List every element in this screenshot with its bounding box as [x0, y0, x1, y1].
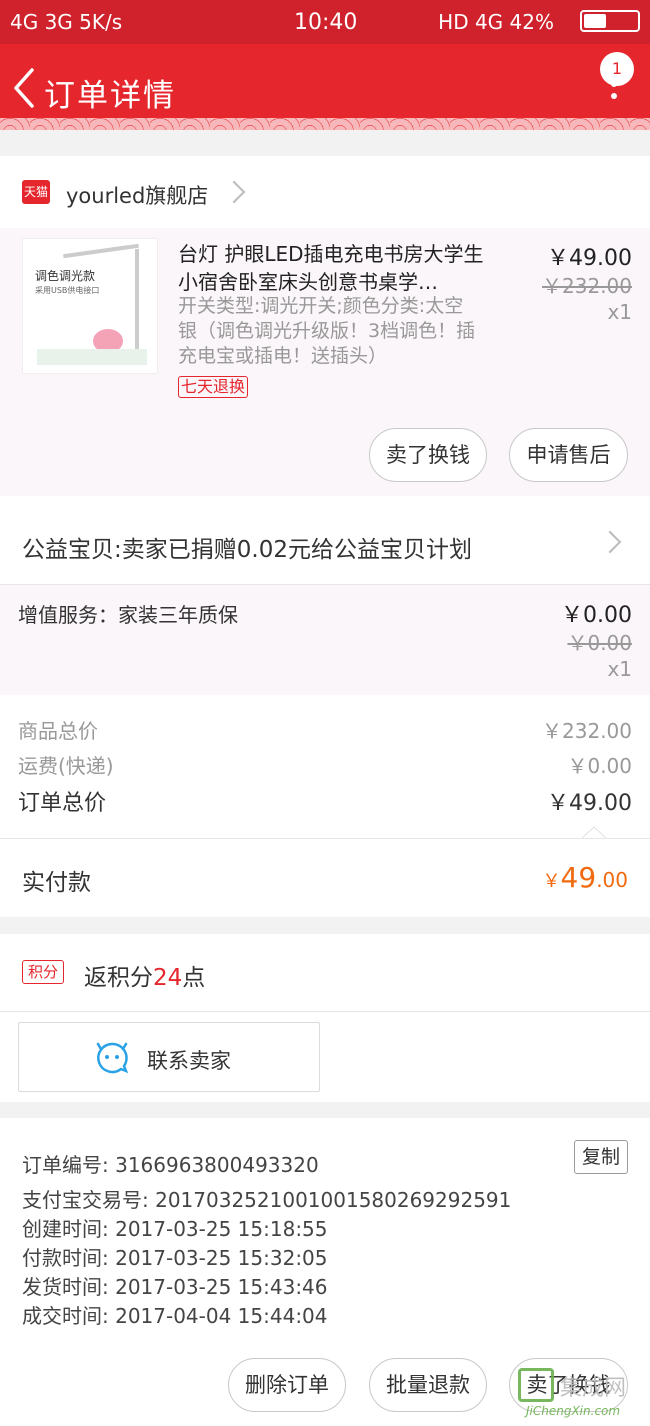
chat-bubble-icon — [96, 1042, 129, 1074]
value-added-quantity: x1 — [607, 657, 632, 681]
alipay-transaction-number: 支付宝交易号: 2017032521001001580269292591 — [22, 1188, 512, 1212]
tmall-icon: 天猫 — [22, 180, 50, 204]
signal-battery-status: HD 4G 42% — [438, 10, 554, 34]
points-badge: 积分 — [22, 960, 64, 984]
chevron-right-icon — [222, 180, 246, 204]
caret-up-icon — [582, 826, 606, 839]
after-sales-button[interactable]: 申请售后 — [509, 428, 628, 482]
value-added-label: 增值服务：家装三年质保 — [18, 603, 238, 627]
order-number: 订单编号: 3166963800493320 — [22, 1153, 319, 1177]
charity-row[interactable]: 公益宝贝:卖家已捐赠0.02元给公益宝贝计划 — [0, 496, 650, 584]
contact-seller-button[interactable]: 联系卖家 — [18, 1022, 320, 1092]
network-status: 4G 3G 5K/s — [10, 10, 123, 34]
app-header: 订单详情 1 — [0, 44, 650, 130]
product-original-price: ￥232.00 — [542, 274, 632, 298]
contact-seller-label: 联系卖家 — [147, 1049, 231, 1073]
points-suffix: 点 — [182, 965, 206, 991]
points-value: 24 — [153, 965, 183, 991]
order-total-label: 订单总价 — [18, 791, 107, 816]
more-menu-icon[interactable] — [608, 78, 620, 118]
sell-for-cash-button[interactable]: 卖了换钱 — [369, 428, 487, 482]
price-summary: 商品总价 ￥232.00 运费(快递) ￥0.00 订单总价 ￥49.00 — [0, 695, 650, 839]
product-card[interactable]: 调色调光款 采用USB供电接口 台灯 护眼LED插电充电书房大学生小宿舍卧室床头… — [0, 228, 650, 496]
paid-amount: ￥49.00 — [543, 861, 628, 894]
lamp-base-graphic — [37, 349, 147, 365]
product-quantity: x1 — [607, 300, 632, 324]
points-prefix: 返积分 — [84, 965, 153, 991]
paid-time: 付款时间: 2017-03-25 15:32:05 — [22, 1246, 328, 1270]
product-title[interactable]: 台灯 护眼LED插电充电书房大学生小宿舍卧室床头创意书桌学… — [178, 240, 488, 296]
paid-decimal: .00 — [596, 868, 628, 892]
watermark-cn-text: 集成网 — [560, 1376, 627, 1401]
charity-text: 公益宝贝:卖家已捐赠0.02元给公益宝贝计划 — [22, 537, 472, 563]
chevron-right-icon — [598, 530, 622, 554]
shop-row[interactable]: 天猫 yourled旗舰店 — [0, 156, 650, 228]
shipping-value: ￥0.00 — [567, 754, 632, 778]
seven-day-return-tag: 七天退换 — [178, 376, 249, 398]
batch-refund-button[interactable]: 批量退款 — [369, 1358, 487, 1412]
shipping-label: 运费(快递) — [18, 754, 114, 778]
status-bar: 4G 3G 5K/s 10:40 HD 4G 42% — [0, 0, 650, 44]
value-added-service: 增值服务：家装三年质保 ￥0.00 ￥0.00 x1 — [0, 585, 650, 695]
clock: 10:40 — [294, 10, 358, 35]
goods-total-value: ￥232.00 — [542, 719, 632, 743]
value-added-original-price: ￥0.00 — [567, 631, 632, 655]
thumbnail-subcaption: 采用USB供电接口 — [35, 286, 100, 295]
product-sku: 开关类型:调光开关;颜色分类:太空银（调色调光升级版！3档调色！插充电宝或插电！… — [178, 295, 476, 367]
completed-time: 成交时间: 2017-04-04 15:44:04 — [22, 1304, 328, 1328]
paid-currency: ￥ — [542, 871, 561, 892]
thumbnail-caption: 调色调光款 — [35, 269, 96, 283]
goods-total-label: 商品总价 — [18, 719, 98, 743]
order-total-value: ￥49.00 — [547, 791, 632, 816]
delete-order-button[interactable]: 删除订单 — [228, 1358, 346, 1412]
paid-amount-row: 实付款 ￥49.00 — [0, 839, 650, 917]
watermark-logo-icon — [518, 1368, 554, 1402]
lamp-arm-graphic — [63, 243, 139, 259]
watermark-text: JiChengXin.com — [526, 1404, 621, 1418]
product-thumbnail[interactable]: 调色调光款 采用USB供电接口 — [22, 238, 158, 374]
paid-integer: 49 — [560, 861, 597, 894]
value-added-price: ￥0.00 — [561, 603, 632, 628]
battery-icon — [580, 10, 640, 32]
paid-label: 实付款 — [22, 870, 91, 896]
order-info: 订单编号: 3166963800493320 复制 支付宝交易号: 201703… — [0, 1118, 650, 1340]
points-text: 返积分24点 — [84, 958, 205, 992]
product-price: ￥49.00 — [547, 246, 632, 271]
points-row: 积分 返积分24点 — [0, 934, 650, 1012]
created-time: 创建时间: 2017-03-25 15:18:55 — [22, 1217, 328, 1241]
site-watermark: 集成网 JiChengXin.com — [498, 1364, 648, 1424]
contact-section: 联系卖家 — [0, 1012, 650, 1102]
copy-button[interactable]: 复制 — [574, 1140, 628, 1174]
shipped-time: 发货时间: 2017-03-25 15:43:46 — [22, 1275, 328, 1299]
back-arrow-icon[interactable] — [10, 66, 40, 110]
page-title: 订单详情 — [44, 78, 176, 114]
shop-name: yourled旗舰店 — [66, 184, 209, 208]
lamp-stand-graphic — [135, 249, 139, 359]
